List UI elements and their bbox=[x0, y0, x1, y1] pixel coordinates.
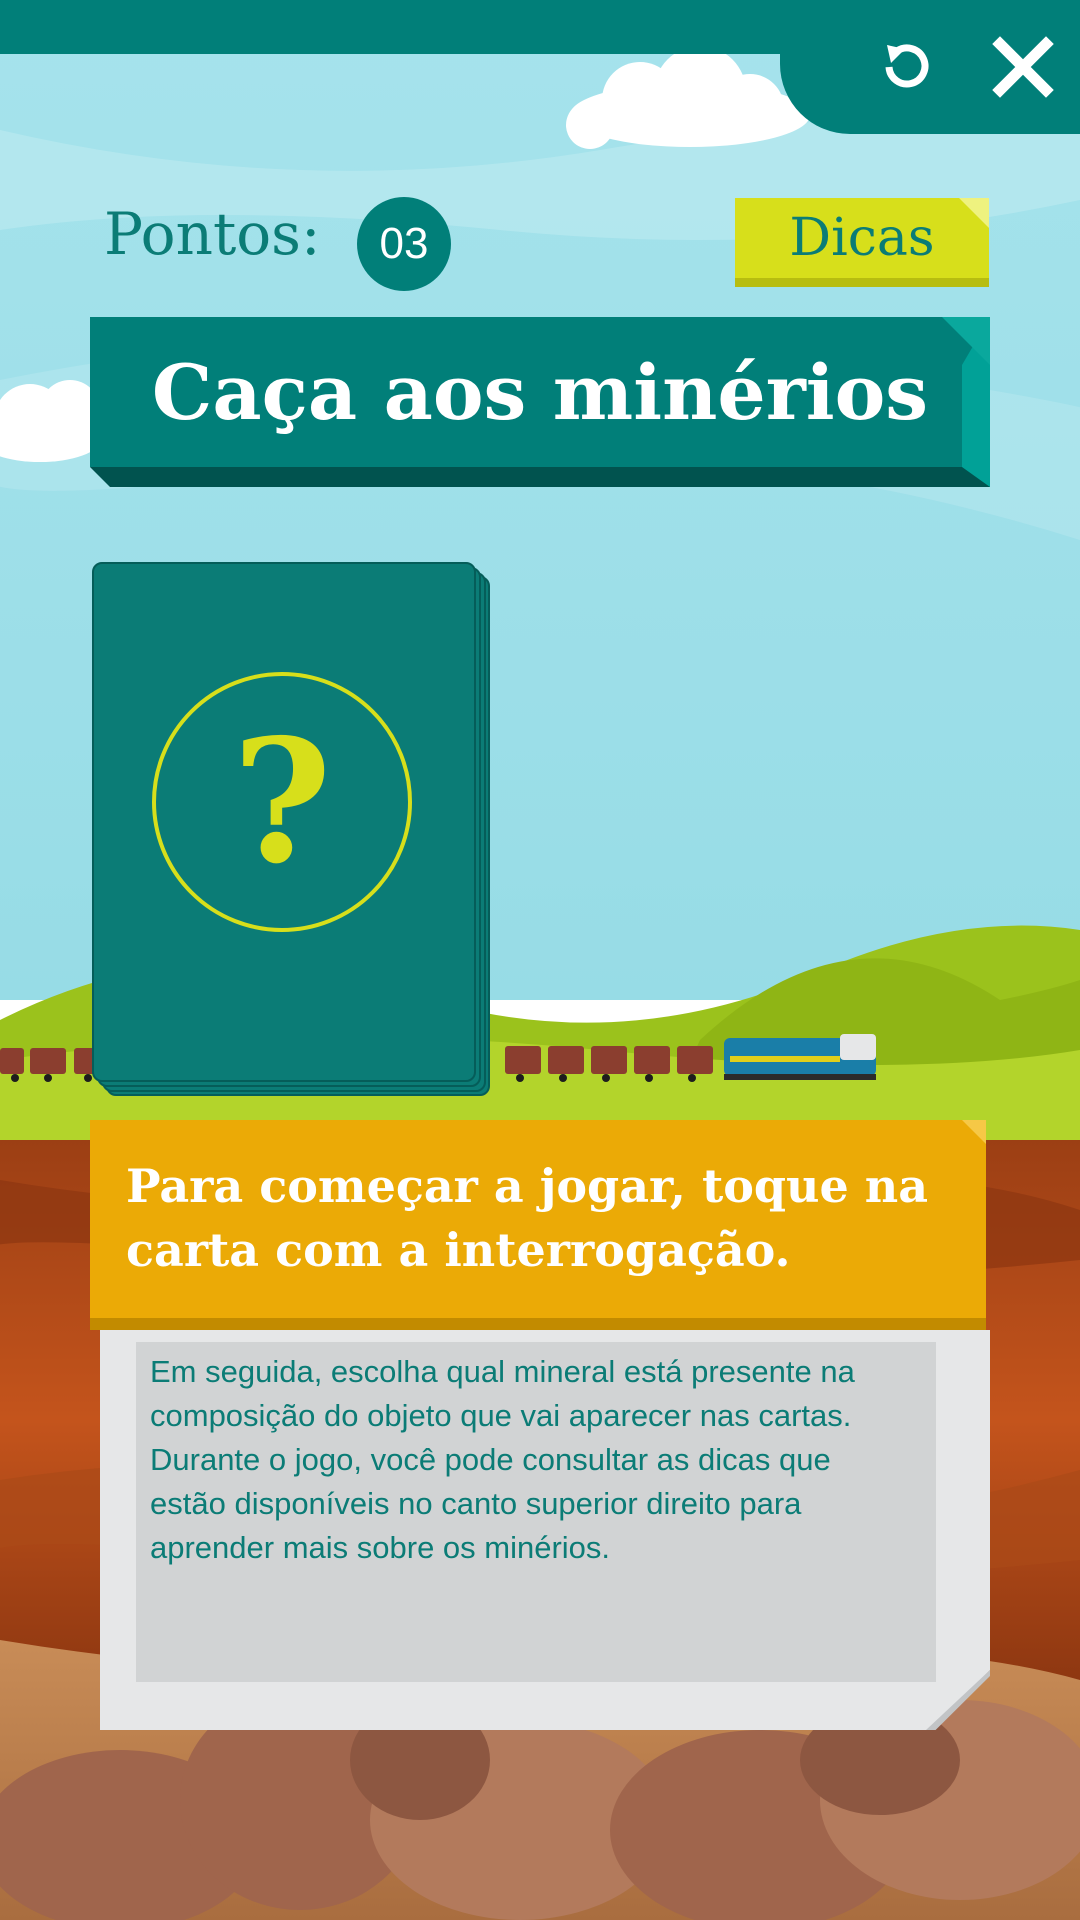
cloud-left bbox=[0, 380, 100, 462]
top-right-panel bbox=[780, 0, 1080, 134]
page-title: Caça aos minérios bbox=[90, 317, 990, 467]
close-icon bbox=[992, 36, 1054, 98]
description-text: Em seguida, escolha qual mineral está pr… bbox=[150, 1354, 855, 1565]
instruction-banner: Para começar a jogar, toque na carta com… bbox=[90, 1120, 986, 1330]
title-banner: Caça aos minérios bbox=[90, 317, 990, 487]
score-label: Pontos: bbox=[104, 200, 321, 268]
score-value: 03 bbox=[357, 197, 451, 291]
close-button[interactable] bbox=[978, 22, 1068, 112]
instruction-text: Para começar a jogar, toque na carta com… bbox=[126, 1159, 929, 1277]
restart-icon bbox=[885, 44, 929, 88]
question-mark-icon: ? bbox=[152, 672, 412, 932]
card-face: ? bbox=[92, 562, 476, 1082]
hints-label: Dicas bbox=[735, 198, 989, 278]
question-card[interactable]: ? bbox=[92, 562, 502, 1096]
description-panel: Em seguida, escolha qual mineral está pr… bbox=[100, 1330, 990, 1730]
hints-fold bbox=[959, 198, 989, 228]
hints-button[interactable]: Dicas bbox=[735, 198, 989, 288]
restart-button[interactable] bbox=[862, 22, 952, 112]
